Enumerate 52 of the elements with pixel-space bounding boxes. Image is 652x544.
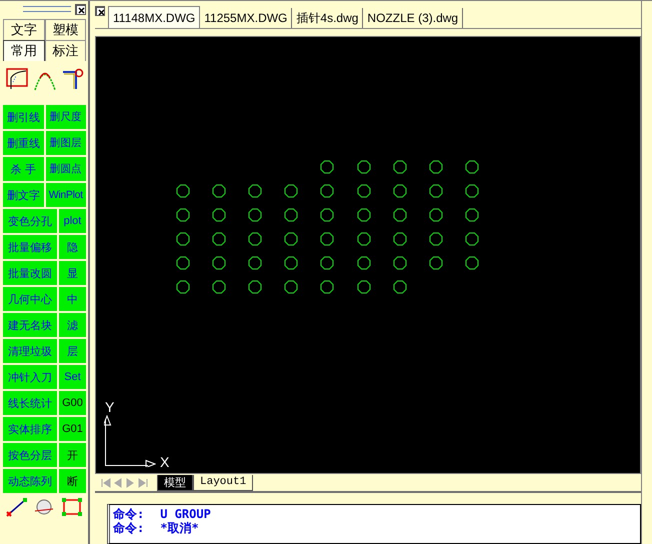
palette-tab[interactable]: 文字 — [3, 19, 44, 40]
line-tool-icon[interactable] — [6, 68, 28, 90]
layout-tab[interactable]: Layout1 — [193, 474, 254, 490]
tool-button[interactable]: 杀 手 — [3, 157, 44, 181]
close-icon[interactable] — [95, 6, 105, 16]
palette-tab[interactable]: 塑模 — [44, 19, 86, 40]
tool-button[interactable]: 层 — [59, 339, 86, 363]
tool-button[interactable]: 删图层 — [46, 131, 86, 155]
tool-button[interactable]: 断 — [59, 469, 86, 493]
palette-tab[interactable]: 常用 — [3, 40, 44, 61]
tool-button[interactable]: 删文字 — [3, 183, 44, 207]
line-endpoints-icon[interactable] — [6, 497, 28, 517]
close-icon[interactable] — [75, 4, 86, 14]
leader-tool-icon[interactable] — [62, 68, 84, 90]
command-prompt: 命令: — [113, 521, 144, 535]
tool-button[interactable]: 删圆点 — [46, 157, 86, 181]
tool-button[interactable]: Set — [59, 365, 86, 389]
tool-button[interactable]: 建无名块 — [3, 313, 57, 337]
command-text: U GROUP — [160, 507, 211, 521]
tool-button[interactable]: 删引线 — [3, 105, 44, 129]
tool-button[interactable]: plot — [59, 209, 86, 233]
tool-button[interactable]: 滤 — [59, 313, 86, 337]
tool-button[interactable]: 删尺度 — [46, 105, 86, 129]
palette-tab[interactable]: 标注 — [44, 40, 86, 61]
rectangle-tool-icon[interactable] — [61, 497, 84, 517]
sphere-icon[interactable] — [33, 497, 56, 517]
tool-button[interactable]: 冲针入刀 — [3, 365, 57, 389]
axis-label: Y — [105, 399, 116, 415]
tool-button[interactable]: 显 — [59, 261, 86, 285]
tool-button[interactable]: 删重线 — [3, 131, 44, 155]
tool-button[interactable]: G00 — [59, 391, 86, 415]
tool-button[interactable]: 中 — [59, 287, 86, 311]
tool-button[interactable]: 按色分层 — [3, 443, 57, 467]
tool-button[interactable]: 动态陈列 — [3, 469, 57, 493]
command-text: *取消* — [160, 521, 199, 535]
tool-button[interactable]: 变色分孔 — [3, 209, 57, 233]
tool-button[interactable]: 开 — [59, 443, 86, 467]
ucs-axes-icon — [104, 415, 156, 467]
grip-bar-icon — [23, 6, 71, 12]
command-prompt: 命令: — [113, 507, 144, 521]
axis-label: X — [160, 455, 170, 469]
tool-button[interactable]: 批量偏移 — [3, 235, 57, 259]
tool-button[interactable]: WinPlot — [46, 183, 86, 207]
tool-button[interactable]: 实体排序 — [3, 417, 57, 441]
tool-button[interactable]: 批量改圆 — [3, 261, 57, 285]
layout-tab[interactable]: 模型 — [157, 474, 193, 490]
tool-button[interactable]: 清理垃圾 — [3, 339, 57, 363]
tool-button[interactable]: 几何中心 — [3, 287, 57, 311]
tool-button[interactable]: G01 — [59, 417, 86, 441]
document-tab[interactable]: 11148MX.DWG — [108, 6, 200, 28]
tool-button[interactable]: 线长统计 — [3, 391, 57, 415]
tool-button[interactable]: 隐 — [59, 235, 86, 259]
